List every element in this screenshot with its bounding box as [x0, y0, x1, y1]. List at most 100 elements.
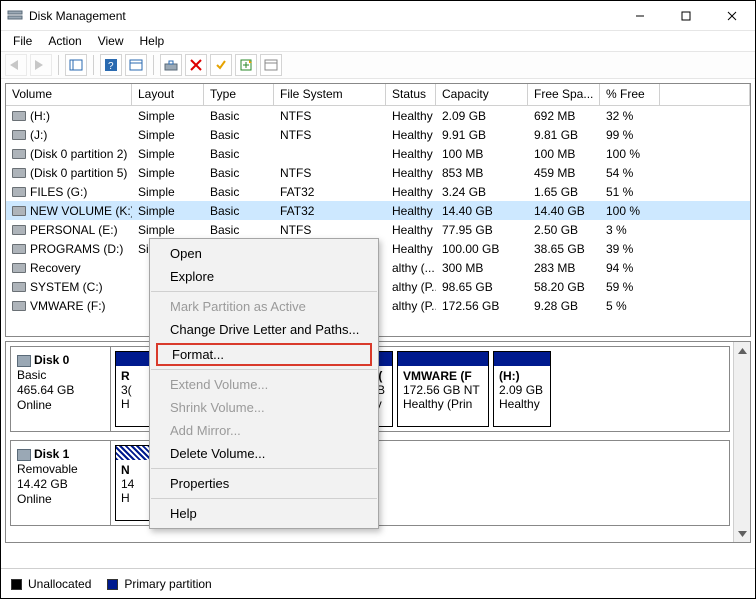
- volume-icon: [12, 282, 26, 292]
- cell: 94 %: [600, 261, 660, 275]
- menu-item[interactable]: Delete Volume...: [150, 442, 378, 465]
- cell: 2.09 GB: [436, 109, 528, 123]
- menu-file[interactable]: File: [5, 32, 40, 50]
- menu-item: Shrink Volume...: [150, 396, 378, 419]
- legend-unallocated-label: Unallocated: [28, 577, 91, 591]
- cell: 5 %: [600, 299, 660, 313]
- col-free[interactable]: Free Spa...: [528, 84, 600, 105]
- table-row[interactable]: (H:)SimpleBasicNTFSHealthy (P...2.09 GB6…: [6, 106, 750, 125]
- volume-icon: [12, 168, 26, 178]
- cell: Simple: [132, 185, 204, 199]
- cell: (H:): [6, 109, 132, 123]
- cell: 58.20 GB: [528, 280, 600, 294]
- cell: 38.65 GB: [528, 242, 600, 256]
- cell: NTFS: [274, 128, 386, 142]
- toolbar: ?: [1, 51, 755, 79]
- table-row[interactable]: NEW VOLUME (K:)SimpleBasicFAT32Healthy (…: [6, 201, 750, 220]
- back-button[interactable]: [5, 54, 27, 76]
- volume-icon: [12, 111, 26, 121]
- menu-separator: [151, 291, 377, 292]
- close-button[interactable]: [709, 1, 755, 31]
- cell: Healthy (P...: [386, 242, 436, 256]
- maximize-button[interactable]: [663, 1, 709, 31]
- table-row[interactable]: (Disk 0 partition 2)SimpleBasicHealthy (…: [6, 144, 750, 163]
- menu-item[interactable]: Properties: [150, 472, 378, 495]
- cell: Healthy (P...: [386, 223, 436, 237]
- cell: althy (...: [386, 261, 436, 275]
- cell: 14.40 GB: [436, 204, 528, 218]
- cell: Basic: [204, 223, 274, 237]
- scroll-up-icon[interactable]: [734, 342, 750, 359]
- volume-icon: [12, 301, 26, 311]
- cell: 459 MB: [528, 166, 600, 180]
- cell: Recovery: [6, 261, 132, 275]
- col-volume[interactable]: Volume: [6, 84, 132, 105]
- menubar: File Action View Help: [1, 31, 755, 51]
- cell: 692 MB: [528, 109, 600, 123]
- volume-icon: [12, 187, 26, 197]
- menu-item[interactable]: Open: [150, 242, 378, 265]
- cell: NTFS: [274, 223, 386, 237]
- col-type[interactable]: Type: [204, 84, 274, 105]
- refresh-button[interactable]: [125, 54, 147, 76]
- col-pctfree[interactable]: % Free: [600, 84, 660, 105]
- cell: Simple: [132, 109, 204, 123]
- cell: 2.50 GB: [528, 223, 600, 237]
- cell: FILES (G:): [6, 185, 132, 199]
- show-hide-console-tree-button[interactable]: [65, 54, 87, 76]
- delete-button[interactable]: [185, 54, 207, 76]
- partition-header: [494, 352, 550, 366]
- forward-button[interactable]: [30, 54, 52, 76]
- cell: 9.91 GB: [436, 128, 528, 142]
- help-button[interactable]: ?: [100, 54, 122, 76]
- cell: Healthy (P...: [386, 185, 436, 199]
- menu-item: Extend Volume...: [150, 373, 378, 396]
- partition[interactable]: VMWARE (F172.56 GB NTHealthy (Prin: [397, 351, 489, 427]
- legend-primary-label: Primary partition: [124, 577, 211, 591]
- cell: 3 %: [600, 223, 660, 237]
- cell: (Disk 0 partition 2): [6, 147, 132, 161]
- table-row[interactable]: (Disk 0 partition 5)SimpleBasicNTFSHealt…: [6, 163, 750, 182]
- action-button[interactable]: [235, 54, 257, 76]
- vertical-scrollbar[interactable]: [733, 342, 750, 542]
- cell: Simple: [132, 166, 204, 180]
- partition-header: [398, 352, 488, 366]
- cell: 100 %: [600, 147, 660, 161]
- menu-view[interactable]: View: [90, 32, 132, 50]
- menu-item[interactable]: Help: [150, 502, 378, 525]
- legend: Unallocated Primary partition: [1, 568, 755, 598]
- properties-button[interactable]: [260, 54, 282, 76]
- cell: 100 %: [600, 204, 660, 218]
- cell: 100 MB: [528, 147, 600, 161]
- cell: SYSTEM (C:): [6, 280, 132, 294]
- cell: PERSONAL (E:): [6, 223, 132, 237]
- rescan-button[interactable]: [160, 54, 182, 76]
- scroll-down-icon[interactable]: [734, 525, 750, 542]
- cell: Basic: [204, 147, 274, 161]
- cell: Basic: [204, 109, 274, 123]
- volume-icon: [12, 149, 26, 159]
- partition[interactable]: (H:)2.09 GBHealthy: [493, 351, 551, 427]
- menu-item[interactable]: Explore: [150, 265, 378, 288]
- cell: 853 MB: [436, 166, 528, 180]
- menu-item[interactable]: Format...: [156, 343, 372, 366]
- col-layout[interactable]: Layout: [132, 84, 204, 105]
- menu-item[interactable]: Change Drive Letter and Paths...: [150, 318, 378, 341]
- volume-icon: [12, 225, 26, 235]
- table-row[interactable]: (J:)SimpleBasicNTFSHealthy (P...9.91 GB9…: [6, 125, 750, 144]
- col-status[interactable]: Status: [386, 84, 436, 105]
- cell: Simple: [132, 223, 204, 237]
- menu-action[interactable]: Action: [40, 32, 89, 50]
- cell: VMWARE (F:): [6, 299, 132, 313]
- table-row[interactable]: FILES (G:)SimpleBasicFAT32Healthy (P...3…: [6, 182, 750, 201]
- menu-help[interactable]: Help: [132, 32, 173, 50]
- col-filesystem[interactable]: File System: [274, 84, 386, 105]
- cell: 283 MB: [528, 261, 600, 275]
- cell: 99 %: [600, 128, 660, 142]
- check-button[interactable]: [210, 54, 232, 76]
- table-row[interactable]: PERSONAL (E:)SimpleBasicNTFSHealthy (P..…: [6, 220, 750, 239]
- col-capacity[interactable]: Capacity: [436, 84, 528, 105]
- cell: Basic: [204, 128, 274, 142]
- cell: 9.28 GB: [528, 299, 600, 313]
- minimize-button[interactable]: [617, 1, 663, 31]
